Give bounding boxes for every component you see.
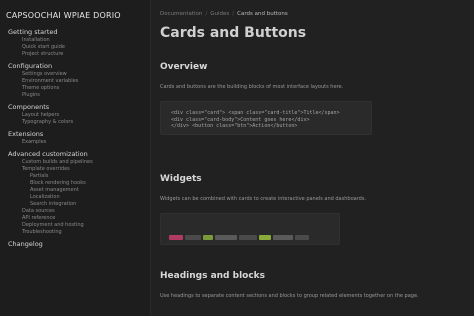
- widget-chip[interactable]: [185, 235, 201, 240]
- sidebar-nav-link[interactable]: Troubleshooting: [22, 229, 150, 236]
- sidebar-nav-link[interactable]: API reference: [22, 215, 150, 222]
- main-content: Documentation / Guides / Cards and buttons C…: [160, 0, 470, 316]
- code-block: <div class="card"> <span class="card-tit…: [160, 101, 372, 135]
- breadcrumb-separator: /: [205, 11, 208, 17]
- sidebar-nav: Getting started Installation Quick start g…: [0, 28, 150, 253]
- widget-chip[interactable]: [169, 235, 183, 240]
- sidebar-nav-link[interactable]: Localization: [30, 194, 150, 201]
- section-title-headings: Headings and blocks: [160, 271, 266, 281]
- section-paragraph: Widgets can be combined with cards to cr…: [160, 196, 367, 202]
- section-paragraph: Cards and buttons are the building block…: [160, 84, 344, 90]
- sidebar-nav-link[interactable]: Installation: [22, 37, 150, 44]
- section-paragraph: Use headings to separate content section…: [160, 293, 419, 299]
- sidebar-nav-link[interactable]: Plugins: [22, 92, 150, 99]
- sidebar-nav-link[interactable]: Custom builds and pipelines: [22, 159, 150, 166]
- code-line: </div> <button class="btn">Action</butto…: [171, 123, 298, 129]
- nav-group: Advanced customization Custom builds and …: [0, 150, 150, 236]
- code-lines: <div class="card"> <span class="card-tit…: [171, 110, 340, 130]
- widget-chip[interactable]: [239, 235, 257, 240]
- widget-chip[interactable]: [203, 235, 213, 240]
- sidebar-nav-link[interactable]: Quick start guide: [22, 44, 150, 51]
- widget-preview: [160, 213, 340, 245]
- sidebar: CAPSOOCHAI WPIAE DORIO Getting started In…: [0, 0, 151, 316]
- breadcrumb: Documentation / Guides / Cards and buttons: [160, 11, 288, 17]
- section-title-overview: Overview: [160, 62, 208, 72]
- nav-group-heading[interactable]: Getting started: [8, 28, 150, 37]
- breadcrumb-separator: /: [232, 11, 235, 17]
- sidebar-nav-link[interactable]: Project structure: [22, 51, 150, 58]
- sidebar-nav-link[interactable]: Search integration: [30, 201, 150, 208]
- nav-group-heading[interactable]: Configuration: [8, 62, 150, 71]
- sidebar-nav-link[interactable]: Layout helpers: [22, 112, 150, 119]
- breadcrumb-item[interactable]: Documentation: [160, 11, 202, 17]
- sidebar-nav-link[interactable]: Block rendering hooks: [30, 180, 150, 187]
- widget-chip[interactable]: [273, 235, 293, 240]
- sidebar-nav-link[interactable]: Environment variables: [22, 78, 150, 85]
- widget-chip-row: [169, 227, 311, 240]
- nav-group-heading[interactable]: Components: [8, 103, 150, 112]
- nav-group-heading[interactable]: Extensions: [8, 130, 150, 139]
- breadcrumb-item[interactable]: Guides: [210, 11, 229, 17]
- widget-chip[interactable]: [259, 235, 271, 240]
- docs-page: CAPSOOCHAI WPIAE DORIO Getting started In…: [0, 0, 474, 316]
- sidebar-nav-link[interactable]: Settings overview: [22, 71, 150, 78]
- site-brand[interactable]: CAPSOOCHAI WPIAE DORIO: [6, 9, 142, 23]
- sidebar-nav-link[interactable]: Examples: [22, 139, 150, 146]
- nav-group: Getting started Installation Quick start g…: [0, 28, 150, 58]
- nav-group-heading[interactable]: Changelog: [8, 240, 150, 249]
- nav-group: Components Layout helpers Typography & col…: [0, 103, 150, 126]
- page-title: Cards and Buttons: [160, 25, 307, 41]
- sidebar-nav-link[interactable]: Partials: [30, 173, 150, 180]
- code-line: <div class="card"> <span class="card-tit…: [171, 110, 340, 116]
- sidebar-nav-link[interactable]: Theme options: [22, 85, 150, 92]
- widget-chip[interactable]: [215, 235, 237, 240]
- sidebar-nav-link[interactable]: Deployment and hosting: [22, 222, 150, 229]
- sidebar-nav-link[interactable]: Template overrides: [22, 166, 150, 173]
- widget-chip[interactable]: [295, 235, 309, 240]
- section-title-widgets: Widgets: [160, 174, 202, 184]
- nav-group: Changelog: [0, 240, 150, 249]
- nav-group: Extensions Examples: [0, 130, 150, 146]
- breadcrumb-current: Cards and buttons: [237, 11, 288, 17]
- nav-group-heading[interactable]: Advanced customization: [8, 150, 150, 159]
- sidebar-nav-link[interactable]: Asset management: [30, 187, 150, 194]
- nav-group: Configuration Settings overview Environmen…: [0, 62, 150, 99]
- sidebar-nav-link[interactable]: Data sources: [22, 208, 150, 215]
- sidebar-nav-link[interactable]: Typography & colors: [22, 119, 150, 126]
